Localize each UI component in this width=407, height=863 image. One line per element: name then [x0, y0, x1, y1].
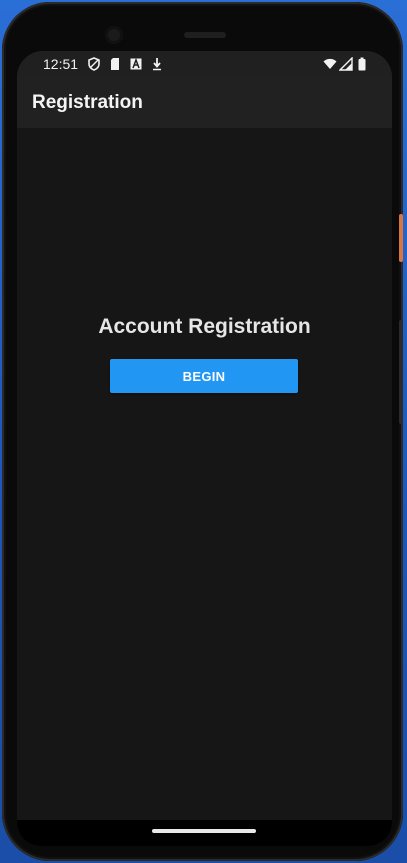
- begin-button[interactable]: BEGIN: [110, 359, 298, 393]
- shield-icon: [88, 57, 100, 71]
- sd-card-icon: [111, 58, 119, 70]
- front-camera-icon: [105, 26, 123, 44]
- battery-icon: [358, 57, 366, 71]
- gesture-nav-bar: [17, 820, 392, 846]
- cell-signal-icon: [339, 57, 353, 71]
- earpiece-speaker: [184, 32, 226, 38]
- app-bar: Registration: [17, 77, 392, 128]
- status-time: 12:51: [43, 56, 79, 72]
- app-bar-title: Registration: [32, 92, 143, 113]
- main-content: Account Registration BEGIN: [17, 128, 392, 820]
- wifi-icon: [323, 58, 337, 69]
- status-bar: 12:51: [17, 51, 392, 77]
- download-icon: [153, 58, 161, 71]
- volume-rocker[interactable]: [399, 320, 403, 424]
- power-button[interactable]: [399, 214, 403, 262]
- phone-frame: 12:51 Registration Account Registration …: [2, 2, 403, 861]
- home-gesture-handle[interactable]: [152, 829, 256, 833]
- font-a-icon: [130, 57, 142, 70]
- device-screen: 12:51 Registration Account Registration …: [17, 51, 392, 846]
- page-heading: Account Registration: [98, 315, 311, 338]
